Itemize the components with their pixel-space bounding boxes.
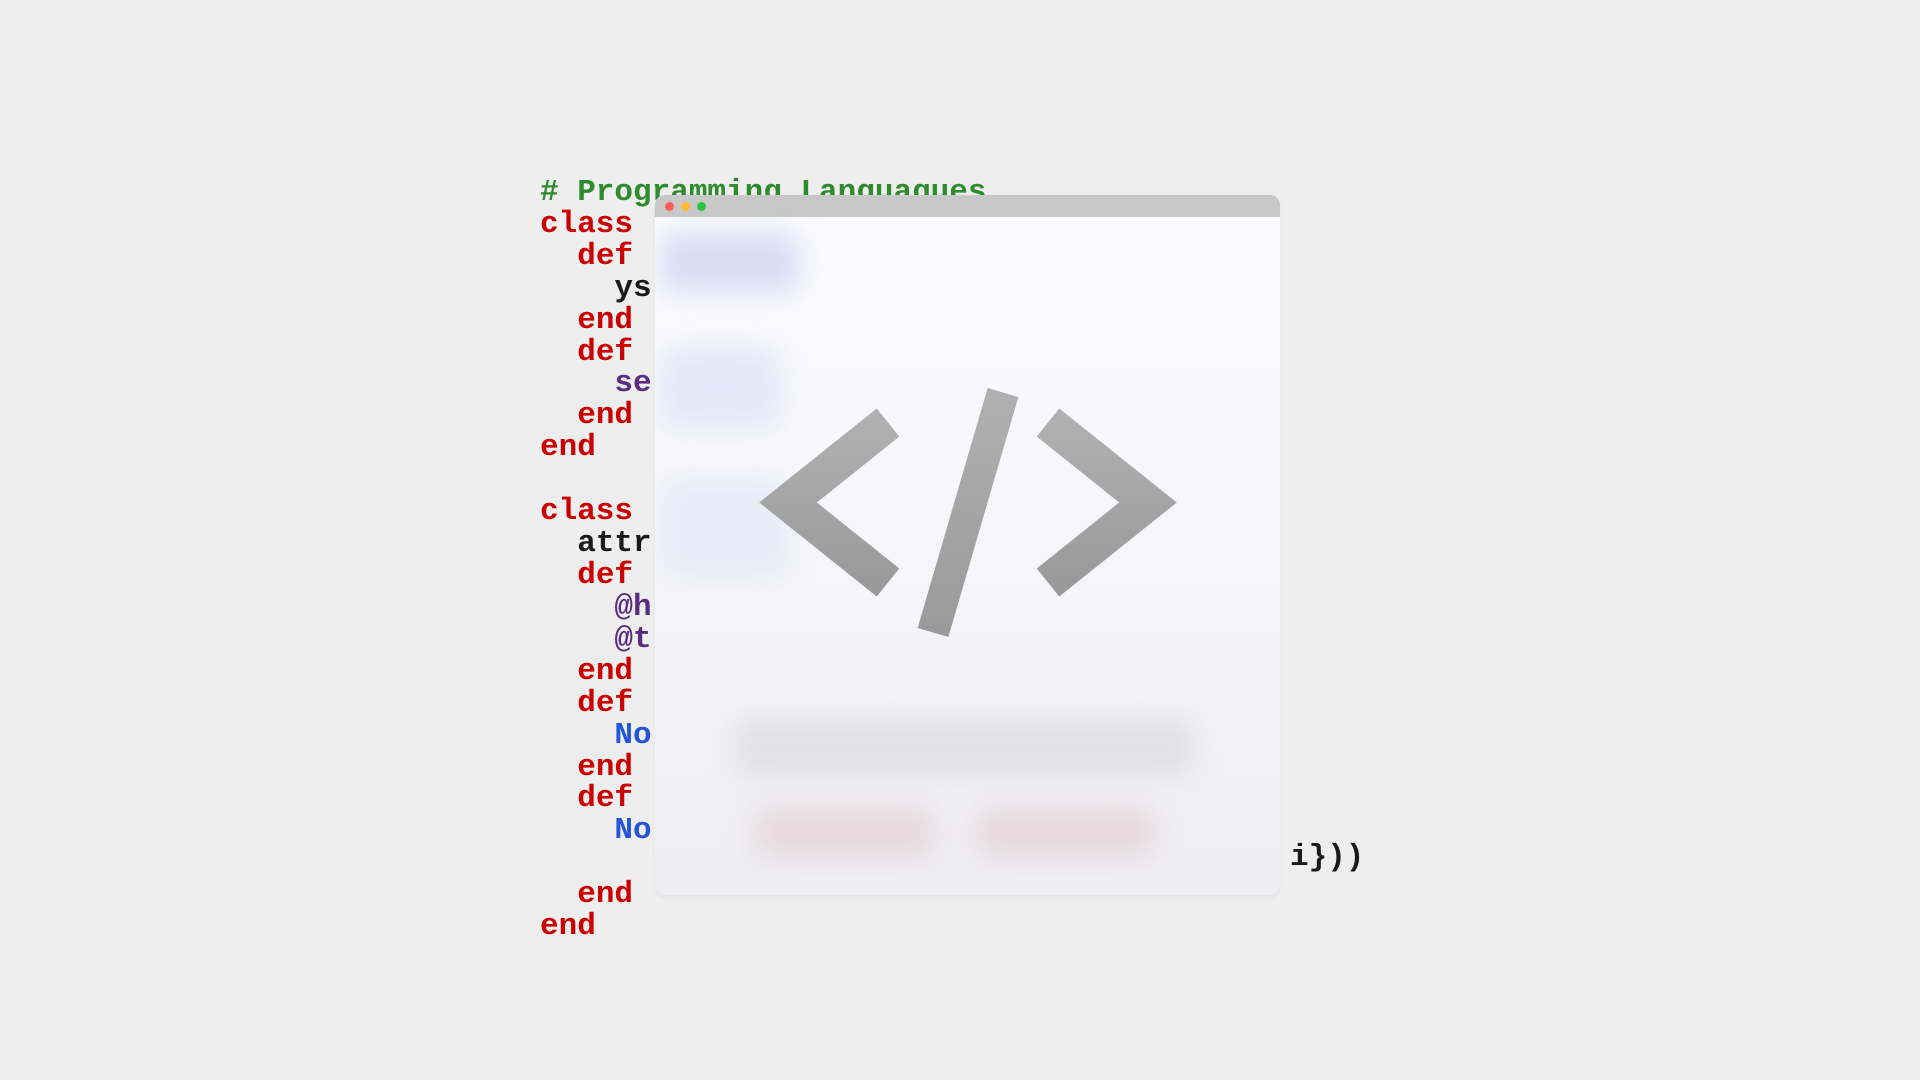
blurred-content [735,717,1195,777]
blurred-content [975,807,1155,857]
window-body [655,217,1280,895]
blurred-content [660,232,800,292]
minimize-icon[interactable] [681,202,690,211]
code-trailing-fragment: i})) [1290,840,1364,875]
app-window [655,195,1280,895]
zoom-icon[interactable] [697,202,706,211]
code-brackets-icon [748,363,1188,668]
window-titlebar [655,195,1280,217]
blurred-content [755,807,935,857]
close-icon[interactable] [665,202,674,211]
